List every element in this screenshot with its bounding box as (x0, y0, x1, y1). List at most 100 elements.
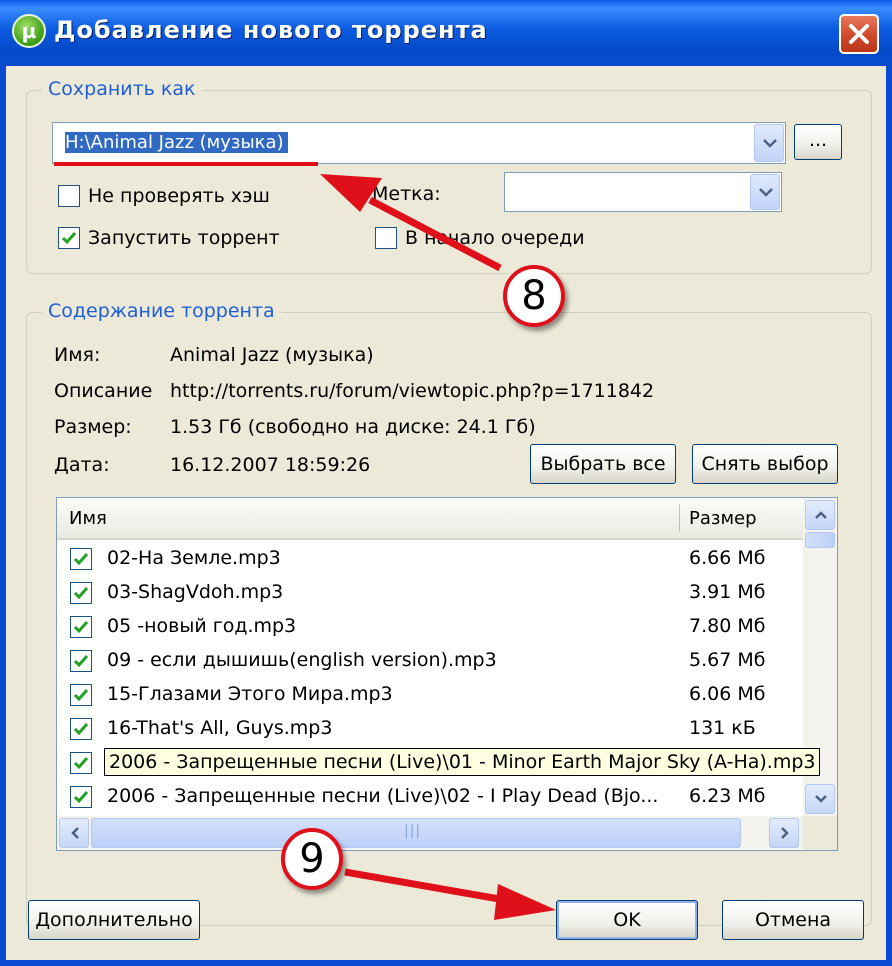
file-checkbox[interactable] (70, 650, 92, 672)
window-frame-bottom (0, 960, 892, 966)
browse-button-label: ... (808, 129, 828, 151)
dialog-window: µ Добавление нового торрента Сохранить к… (0, 0, 892, 966)
start-torrent-checkbox[interactable] (58, 227, 80, 249)
save-path-combo[interactable]: H:\Animal Jazz (музыка) (52, 122, 786, 164)
annotation-badge-8: 8 (503, 265, 565, 327)
cancel-button[interactable]: Отмена (722, 900, 864, 940)
label-combo[interactable] (504, 172, 782, 212)
queue-top-checkbox[interactable] (375, 227, 397, 249)
save-path-value[interactable]: H:\Animal Jazz (музыка) (65, 132, 288, 153)
chevron-down-icon (759, 188, 773, 197)
chevron-down-icon (815, 795, 827, 803)
file-row[interactable]: 03-ShagVdoh.mp3 3.91 Мб (57, 576, 803, 610)
scrollbar-corner (803, 816, 837, 850)
file-name: 02-На Земле.mp3 (107, 547, 281, 569)
horizontal-scrollbar[interactable]: ||| (57, 816, 803, 850)
chevron-left-icon (71, 827, 79, 839)
skip-hash-checkbox[interactable] (58, 185, 80, 207)
file-size: 6.23 Мб (689, 785, 766, 807)
select-all-button[interactable]: Выбрать все (530, 444, 676, 484)
check-icon (73, 689, 89, 702)
file-name: 16-That's All, Guys.mp3 (107, 717, 333, 739)
chevron-right-icon (781, 827, 789, 839)
file-size: 3.91 Мб (689, 581, 766, 603)
torrent-content-legend: Содержание торрента (42, 300, 281, 322)
title-bar[interactable]: µ Добавление нового торрента (0, 0, 892, 66)
scroll-down-button[interactable] (805, 784, 835, 814)
file-row[interactable]: 02-На Земле.mp3 6.66 Мб (57, 542, 803, 576)
file-name: 2006 - Запрещенные песни (Live)\02 - I P… (107, 785, 659, 807)
file-checkbox[interactable] (70, 616, 92, 638)
check-icon (73, 621, 89, 634)
file-size: 6.66 Мб (689, 547, 766, 569)
queue-top-label: В начало очереди (405, 227, 585, 249)
file-list-header: Имя Размер (57, 498, 803, 540)
date-value: 16.12.2007 18:59:26 (170, 454, 371, 476)
horizontal-scroll-thumb[interactable]: ||| (91, 818, 741, 848)
column-separator[interactable] (679, 504, 680, 532)
advanced-button[interactable]: Дополнительно (28, 900, 200, 940)
file-size: 6.06 Мб (689, 683, 766, 705)
file-row[interactable]: 2006 - Запрещенные песни (Live)\02 - I P… (57, 780, 803, 814)
close-button[interactable] (839, 14, 879, 54)
check-icon (73, 757, 89, 770)
label-dropdown-button[interactable] (750, 174, 780, 210)
size-caption: Размер: (54, 416, 132, 438)
file-checkbox[interactable] (70, 786, 92, 808)
check-icon (73, 655, 89, 668)
file-size: 7.80 Мб (689, 615, 766, 637)
column-header-name[interactable]: Имя (69, 508, 107, 529)
label-caption: Метка: (372, 183, 441, 205)
description-value: http://torrents.ru/forum/viewtopic.php?p… (170, 380, 655, 402)
scroll-right-button[interactable] (769, 818, 799, 848)
chevron-down-icon (763, 139, 777, 148)
file-name: 09 - если дышишь(english version).mp3 (107, 649, 497, 671)
file-name: 05 -новый год.mp3 (107, 615, 297, 637)
close-icon (849, 24, 869, 44)
window-title: Добавление нового торрента (54, 16, 488, 44)
file-row[interactable]: 09 - если дышишь(english version).mp3 5.… (57, 644, 803, 678)
description-caption: Описание (54, 380, 153, 402)
save-as-legend: Сохранить как (42, 78, 202, 100)
name-value: Animal Jazz (музыка) (170, 344, 374, 366)
file-row[interactable]: 05 -новый год.mp3 7.80 Мб (57, 610, 803, 644)
file-checkbox[interactable] (70, 684, 92, 706)
date-caption: Дата: (54, 454, 110, 476)
window-frame-right (886, 66, 892, 966)
column-header-size[interactable]: Размер (689, 508, 757, 529)
check-icon (73, 587, 89, 600)
dialog-client-area: Сохранить как H:\Animal Jazz (музыка) ..… (6, 66, 886, 960)
check-icon (73, 553, 89, 566)
skip-hash-label: Не проверять хэш (88, 185, 270, 207)
file-row[interactable]: 15-Глазами Этого Мира.mp3 6.06 Мб (57, 678, 803, 712)
select-all-label: Выбрать все (540, 453, 666, 475)
save-path-dropdown-button[interactable] (754, 124, 784, 162)
utorrent-logo-icon: µ (12, 14, 46, 48)
annotation-badge-9: 9 (281, 828, 343, 890)
file-checkbox[interactable] (70, 752, 92, 774)
browse-button[interactable]: ... (794, 124, 842, 160)
check-icon (61, 232, 77, 245)
size-value: 1.53 Гб (свободно на диске: 24.1 Гб) (170, 416, 536, 438)
deselect-label: Снять выбор (701, 453, 829, 475)
file-checkbox[interactable] (70, 718, 92, 740)
check-icon (73, 723, 89, 736)
cancel-button-label: Отмена (754, 909, 832, 931)
scroll-left-button[interactable] (59, 818, 89, 848)
deselect-button[interactable]: Снять выбор (692, 444, 838, 484)
vertical-scroll-thumb[interactable] (805, 532, 835, 548)
file-size: 5.67 Мб (689, 649, 766, 671)
scroll-thumb-grip: ||| (404, 823, 422, 839)
file-row[interactable]: 16-That's All, Guys.mp3 131 кБ (57, 712, 803, 746)
file-checkbox[interactable] (70, 548, 92, 570)
file-name: 03-ShagVdoh.mp3 (107, 581, 284, 603)
file-list[interactable]: Имя Размер 02-На Земле.mp3 6.66 Мб 03-Sh… (56, 497, 838, 851)
ok-button[interactable]: OK (556, 900, 698, 940)
file-name-tooltip: 2006 - Запрещенные песни (Live)\01 - Min… (104, 748, 821, 776)
ok-button-label: OK (613, 909, 641, 931)
file-checkbox[interactable] (70, 582, 92, 604)
file-size: 131 кБ (689, 717, 756, 739)
app-icon-glyph: µ (21, 19, 37, 43)
scroll-up-button[interactable] (805, 500, 835, 530)
check-icon (73, 791, 89, 804)
